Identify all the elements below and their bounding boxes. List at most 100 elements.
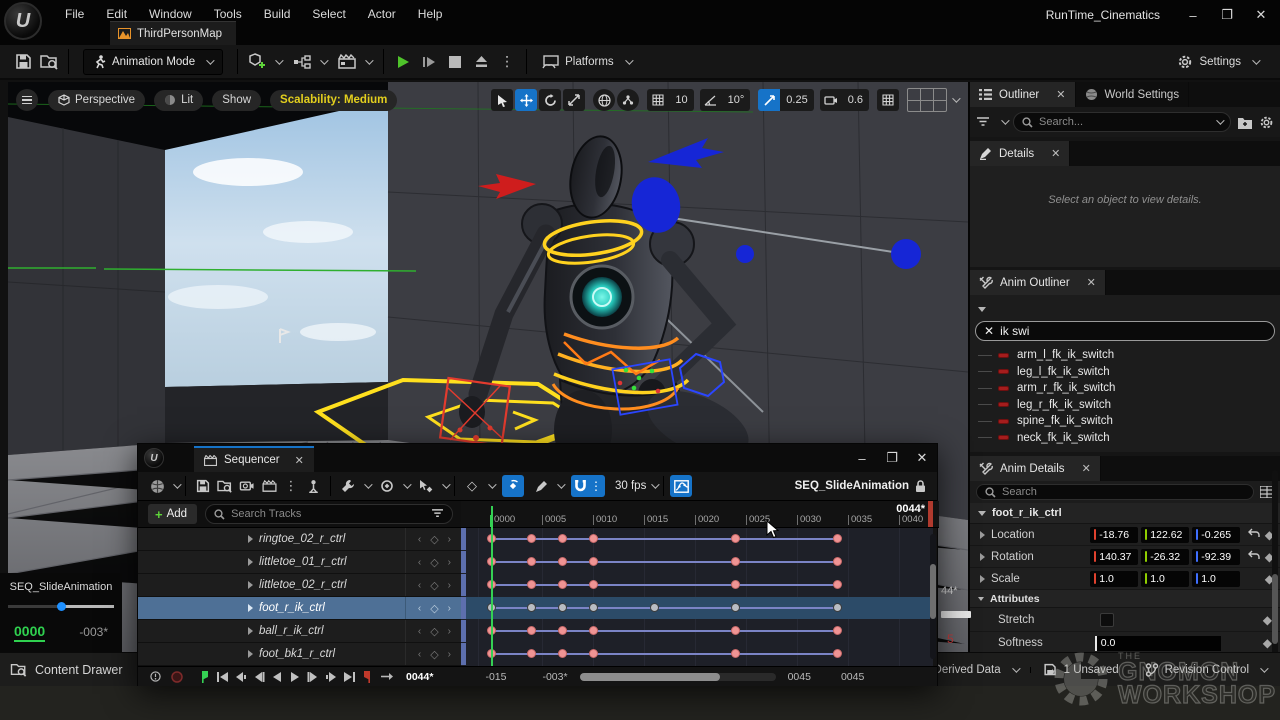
keyframe-dot[interactable] [527, 649, 536, 658]
sequencer-time-ruler[interactable]: 0044* 0000000500100015002000250030003500… [461, 501, 939, 528]
keyframe-dot[interactable] [558, 649, 567, 658]
keyframe-dot[interactable] [589, 603, 598, 612]
tab-outliner[interactable]: Outliner ✕ [970, 82, 1076, 107]
menu-help[interactable]: Help [409, 4, 452, 24]
play-reverse-button[interactable] [270, 671, 284, 683]
mini-player-current-frame[interactable]: 0000 [14, 623, 45, 642]
loop-mode-icon[interactable] [376, 666, 398, 688]
keyframe-dot[interactable] [589, 626, 598, 635]
softness-field[interactable]: 0.0 [1095, 636, 1221, 651]
sequencer-tab[interactable]: Sequencer ✕ [194, 446, 314, 472]
working-range-start[interactable]: -015 [485, 671, 506, 683]
anim-control-item[interactable]: leg_l_fk_ik_switch [970, 364, 1280, 381]
render-movie-icon[interactable] [258, 475, 280, 497]
anim-control-item[interactable]: spine_fk_ik_switch [970, 413, 1280, 430]
chevron-down-icon[interactable] [1216, 116, 1224, 124]
expand-icon[interactable] [980, 531, 985, 539]
playhead[interactable] [491, 506, 493, 666]
step-forward-button[interactable] [306, 671, 320, 683]
playback-options-icon[interactable] [302, 475, 324, 497]
outliner-search-input[interactable]: Search... [1013, 112, 1231, 132]
chevron-down-icon[interactable] [488, 480, 496, 488]
skip-end-button[interactable] [342, 671, 356, 683]
scale-z-field[interactable]: 1.0 [1192, 571, 1240, 587]
filter-icon[interactable] [431, 509, 444, 519]
keyframe-dot[interactable] [558, 557, 567, 566]
blueprints-icon[interactable] [289, 49, 315, 75]
keyframe-dot[interactable] [731, 603, 740, 612]
clear-search-icon[interactable]: ✕ [984, 324, 994, 338]
expand-icon[interactable] [248, 535, 253, 543]
mode-selector-button[interactable]: Animation Mode [83, 49, 223, 75]
keyframe-dot[interactable] [731, 557, 740, 566]
sequence-end-marker[interactable] [928, 501, 933, 528]
chevron-down-icon[interactable] [952, 94, 960, 102]
transform-gizmo-icon[interactable] [617, 89, 639, 111]
timeline-vertical-scrollbar[interactable] [930, 534, 936, 659]
cinematics-icon[interactable] [334, 49, 360, 75]
keyframe-dot[interactable] [558, 534, 567, 543]
working-range-end[interactable]: 0045 [841, 671, 864, 683]
outliner-settings-gear-icon[interactable] [1259, 115, 1274, 130]
keyframe-dot[interactable] [731, 649, 740, 658]
anim-control-item[interactable]: arm_l_fk_ik_switch [970, 347, 1280, 364]
chevron-down-icon[interactable] [403, 480, 411, 488]
key-navigation[interactable]: ‹◇› [405, 574, 461, 596]
location-x-field[interactable]: -18.76 [1090, 527, 1138, 543]
save-icon[interactable] [10, 49, 36, 75]
keyframe-dot[interactable] [833, 603, 842, 612]
scale-y-field[interactable]: 1.0 [1141, 571, 1189, 587]
tab-anim-outliner[interactable]: Anim Outliner ✕ [970, 270, 1106, 295]
tab-details[interactable]: Details ✕ [970, 141, 1070, 166]
eject-button[interactable] [468, 49, 494, 75]
close-icon[interactable]: ✕ [1051, 147, 1060, 160]
keyframe-dot[interactable] [731, 626, 740, 635]
skip-start-button[interactable] [216, 671, 230, 683]
expand-icon[interactable] [248, 604, 253, 612]
expand-icon[interactable] [248, 627, 253, 635]
track-row-foot_r_ik_ctrl[interactable]: foot_r_ik_ctrl‹◇› [138, 597, 461, 620]
rotation-snap-value[interactable]: 10° [722, 89, 751, 111]
level-tab[interactable]: ThirdPersonMap [110, 21, 236, 45]
find-in-content-browser-icon[interactable] [214, 475, 236, 497]
expand-icon[interactable] [980, 575, 985, 583]
tab-anim-details[interactable]: Anim Details ✕ [970, 456, 1101, 481]
select-tool-icon[interactable] [491, 89, 513, 111]
softness-keyframe-icon[interactable]: ◆ [1263, 636, 1272, 650]
camera-speed-icon[interactable] [820, 89, 842, 111]
close-icon[interactable]: ✕ [295, 454, 304, 467]
edit-mode-diamond-icon[interactable]: ◇ [461, 475, 483, 497]
expand-icon[interactable] [248, 581, 253, 589]
keyframe-dot[interactable] [527, 557, 536, 566]
play-button[interactable] [390, 49, 416, 75]
platforms-button[interactable]: Platforms [533, 49, 639, 75]
save-icon[interactable] [192, 475, 214, 497]
fps-selector[interactable]: 30 fps [615, 480, 646, 492]
track-row-foot_bk1_r_ctrl[interactable]: foot_bk1_r_ctrl‹◇› [138, 643, 461, 666]
close-icon[interactable]: ✕ [1087, 276, 1096, 289]
snap-magnet-icon[interactable]: ⋮ [571, 475, 605, 497]
track-row-ringtoe_02_r_ctrl[interactable]: ringtoe_02_r_ctrl‹◇› [138, 528, 461, 551]
menu-select[interactable]: Select [303, 4, 354, 24]
sequencer-minimize-button[interactable]: – [847, 447, 877, 469]
viewport-layout-widget[interactable] [907, 88, 947, 112]
reset-icon[interactable] [1243, 550, 1265, 563]
record-button[interactable] [166, 666, 188, 688]
tab-world-settings[interactable]: World Settings [1076, 82, 1190, 107]
keyframe-dot[interactable] [589, 557, 598, 566]
key-lane-ringtoe_02_r_ctrl[interactable] [461, 528, 933, 550]
mini-player-offset[interactable]: -003* [79, 625, 108, 639]
maximize-viewport-icon[interactable] [877, 89, 899, 111]
anim-details-search-input[interactable]: Search [976, 484, 1254, 500]
skip-frame-button[interactable] [416, 49, 442, 75]
mini-player-slider[interactable] [8, 605, 114, 608]
timeline-horizontal-scrollbar[interactable] [580, 673, 776, 681]
chevron-down-icon[interactable] [320, 56, 328, 64]
move-tool-icon[interactable] [515, 89, 537, 111]
lock-icon[interactable] [909, 475, 931, 497]
expand-icon[interactable] [248, 650, 253, 658]
grid-snap-icon[interactable] [647, 89, 669, 111]
keyframe-dot[interactable] [650, 603, 659, 612]
sequencer-timeline[interactable] [461, 528, 933, 666]
scale-x-field[interactable]: 1.0 [1090, 571, 1138, 587]
